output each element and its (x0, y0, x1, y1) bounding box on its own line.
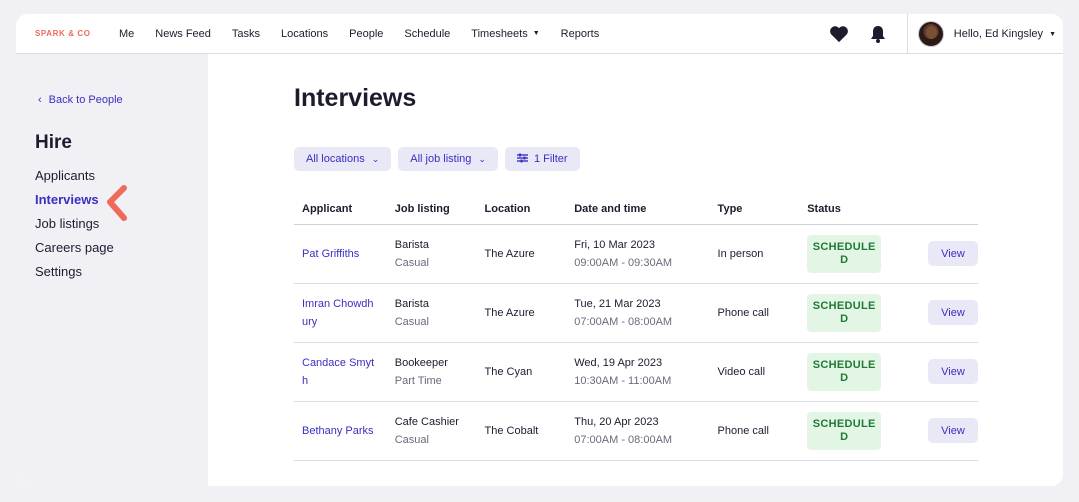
page-title: Interviews (294, 84, 417, 112)
interview-type: Video call (709, 342, 800, 402)
status-badge: SCHEDULE D (807, 411, 882, 450)
column-header-type[interactable]: Type (709, 194, 800, 225)
job-title: Cafe Cashier (394, 415, 459, 428)
interview-type: Phone call (709, 283, 800, 343)
nav-news-feed[interactable]: News Feed (155, 28, 211, 40)
sliders-icon (516, 153, 528, 166)
applicant-link[interactable]: Bethany Parks (302, 422, 387, 440)
chevron-down-icon: ▼ (532, 30, 540, 37)
status-badge: SCHEDULE D (807, 234, 882, 273)
nav-timesheets[interactable]: Timesheets ▼ (471, 28, 539, 40)
column-header-actions (911, 194, 978, 225)
chevron-down-icon: ⌄ (371, 153, 380, 164)
job-type: Casual (394, 433, 429, 446)
user-area: Hello, Ed Kingsley ▼ (829, 14, 1063, 54)
job-type: Casual (394, 256, 429, 269)
job-type: Casual (394, 315, 429, 328)
nav-me[interactable]: Me (119, 28, 134, 40)
job-title: Barista (394, 297, 429, 310)
interview-date: Thu, 20 Apr 2023 (574, 415, 659, 428)
interview-date: Wed, 19 Apr 2023 (574, 356, 663, 369)
sidebar-menu: Applicants Interviews Job listings Caree… (35, 168, 114, 288)
sidebar-item-interviews[interactable]: Interviews (35, 192, 114, 216)
nav-reports[interactable]: Reports (561, 28, 600, 40)
status-badge: SCHEDULE D (807, 293, 882, 332)
column-header-status[interactable]: Status (799, 194, 912, 225)
status-badge: SCHEDULE D (807, 352, 882, 391)
job-title: Barista (394, 238, 429, 251)
nav-locations[interactable]: Locations (281, 28, 328, 40)
back-to-people-link[interactable]: ‹ Back to People (38, 94, 123, 106)
user-greeting[interactable]: Hello, Ed Kingsley (954, 28, 1043, 40)
filter-bar: All locations ⌄ All job listing ⌄ 1 Filter (294, 147, 587, 171)
locations-filter[interactable]: All locations ⌄ (294, 147, 392, 171)
nav-schedule[interactable]: Schedule (404, 28, 450, 40)
sidebar-item-job-listings[interactable]: Job listings (35, 216, 114, 240)
divider (906, 14, 908, 54)
job-listing-filter[interactable]: All job listing ⌄ (398, 147, 498, 171)
table-row: Candace Smyt h Bookeeper Part Time The Cya… (294, 342, 978, 402)
sidebar-item-applicants[interactable]: Applicants (35, 168, 114, 192)
bell-icon[interactable] (868, 24, 888, 44)
pointer-arrow-icon (107, 185, 127, 221)
job-title: Bookeeper (394, 356, 448, 369)
column-header-date-time[interactable]: Date and time (566, 194, 710, 225)
view-button[interactable]: View (927, 359, 978, 384)
table-row: Pat Griffiths Barista Casual The Azure Fr… (294, 224, 978, 284)
sidebar-title: Hire (35, 132, 72, 153)
sidebar-item-settings[interactable]: Settings (35, 264, 114, 288)
location-cell: The Azure (476, 224, 567, 284)
heart-icon[interactable] (829, 24, 849, 44)
applicant-link[interactable]: Imran Chowdh ury (302, 295, 387, 331)
location-cell: The Azure (476, 283, 567, 343)
interview-type: In person (709, 224, 800, 284)
interview-time: 07:00AM - 08:00AM (574, 433, 673, 446)
chevron-left-icon: ‹ (38, 94, 42, 106)
table-header: Applicant Job listing Location Date and … (294, 194, 978, 225)
filter-button[interactable]: 1 Filter (504, 147, 580, 171)
brand-logo[interactable]: SPARK & CO (35, 29, 119, 38)
avatar[interactable] (917, 21, 944, 47)
main-nav: Me News Feed Tasks Locations People Sche… (119, 28, 620, 40)
location-cell: The Cobalt (476, 401, 567, 461)
column-header-job-listing[interactable]: Job listing (386, 194, 477, 225)
interview-time: 10:30AM - 11:00AM (574, 374, 672, 387)
column-header-applicant[interactable]: Applicant (294, 194, 387, 225)
column-header-location[interactable]: Location (476, 194, 567, 225)
view-button[interactable]: View (927, 300, 978, 325)
location-cell: The Cyan (476, 342, 567, 402)
nav-people[interactable]: People (349, 28, 383, 40)
app-window: SPARK & CO Me News Feed Tasks Locations … (16, 14, 1063, 486)
view-button[interactable]: View (927, 418, 978, 443)
interview-time: 07:00AM - 08:00AM (574, 315, 673, 328)
interviews-table: Applicant Job listing Location Date and … (294, 194, 978, 461)
main-content: Interviews All locations ⌄ All job listin… (208, 54, 1063, 486)
interview-type: Phone call (709, 401, 800, 461)
interview-date: Tue, 21 Mar 2023 (574, 297, 661, 310)
applicant-link[interactable]: Candace Smyt h (302, 354, 387, 390)
interview-date: Fri, 10 Mar 2023 (574, 238, 655, 251)
view-button[interactable]: View (927, 241, 978, 266)
sidebar-item-careers-page[interactable]: Careers page (35, 240, 114, 264)
sidebar: ‹ Back to People Hire Applicants Intervi… (16, 54, 208, 486)
nav-tasks[interactable]: Tasks (232, 28, 260, 40)
table-row: Imran Chowdh ury Barista Casual The Azure … (294, 283, 978, 343)
chevron-down-icon[interactable]: ▼ (1049, 31, 1056, 38)
table-row: Bethany Parks Cafe Cashier Casual The Cob… (294, 401, 978, 461)
top-navigation: SPARK & CO Me News Feed Tasks Locations … (16, 14, 1063, 54)
chevron-down-icon: ⌄ (478, 153, 486, 164)
applicant-link[interactable]: Pat Griffiths (302, 245, 387, 263)
interview-time: 09:00AM - 09:30AM (574, 256, 673, 269)
job-type: Part Time (394, 374, 442, 387)
